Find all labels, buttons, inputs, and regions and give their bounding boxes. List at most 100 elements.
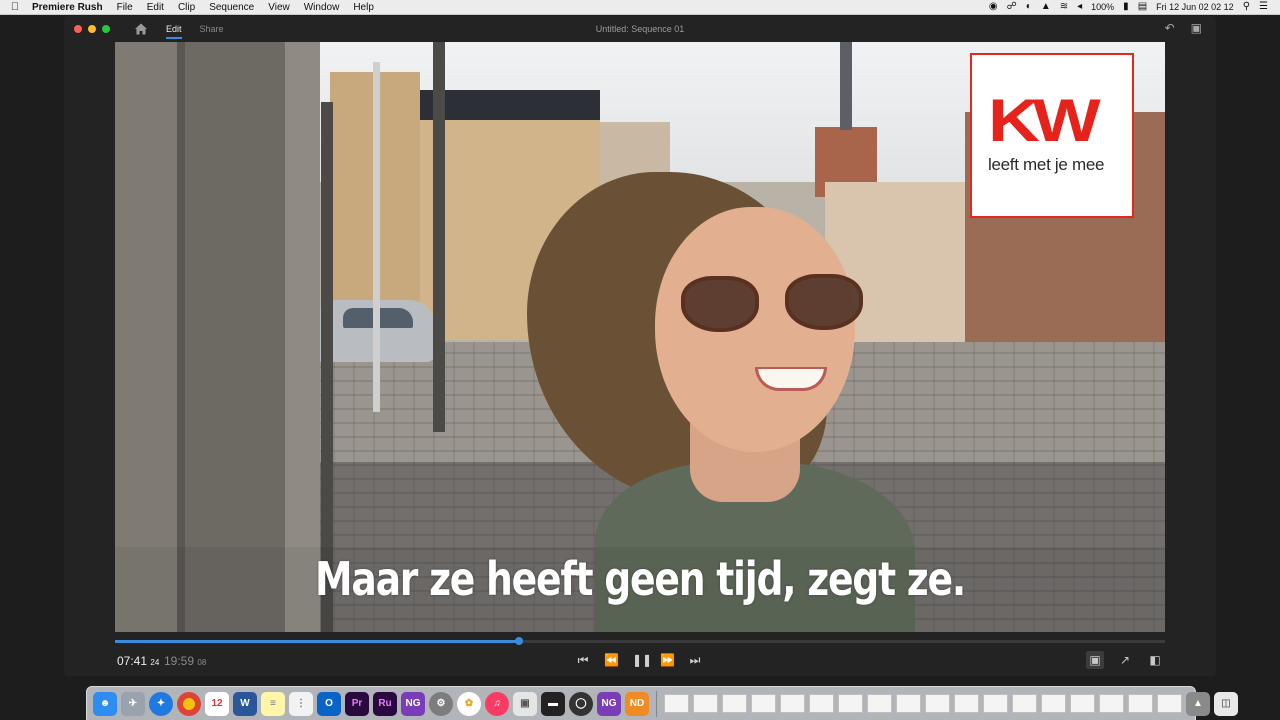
traffic-lights (74, 24, 110, 33)
minimized-window[interactable] (925, 694, 950, 713)
stone-pillar (115, 42, 320, 632)
keyboard-icon[interactable]: ▤ (1138, 2, 1147, 12)
playback-controls: 07:41 24 19:59 08 ⏮ ⏪ ❚❚ ⏩ ⏭ ▣ ↗ ◧ (64, 650, 1216, 672)
total-frames: 08 (197, 658, 207, 667)
minimized-window[interactable] (1157, 694, 1182, 713)
menu-view[interactable]: View (261, 2, 297, 13)
minimized-window[interactable] (1099, 694, 1124, 713)
sunglasses (681, 274, 867, 334)
notification-center-icon[interactable]: ☰ (1259, 2, 1268, 12)
step-back-icon[interactable]: ⏪ (604, 653, 619, 668)
transport-buttons: ⏮ ⏪ ❚❚ ⏩ ⏭ (576, 653, 702, 668)
minimized-window[interactable] (1070, 694, 1095, 713)
menu-file[interactable]: File (110, 2, 140, 13)
current-frames: 24 (150, 658, 160, 667)
flag-pole (373, 62, 380, 412)
apple-icon[interactable]:  (0, 1, 30, 13)
tab-share[interactable]: Share (200, 18, 224, 40)
menu-bar:  Premiere Rush File Edit Clip Sequence … (0, 0, 1280, 15)
roof (420, 90, 600, 120)
nd-app-icon[interactable]: ND (625, 691, 649, 716)
terminal-icon[interactable]: ▬ (541, 691, 565, 716)
premiere-pro-icon[interactable]: Pr (345, 691, 369, 716)
video-preview[interactable]: KW leeft met je mee Maar ze heeft geen t… (115, 42, 1165, 632)
skip-to-end-icon[interactable]: ⏭ (688, 653, 702, 668)
photos-icon[interactable]: ✿ (457, 691, 481, 716)
current-time: 07:41 (117, 654, 148, 668)
skip-to-start-icon[interactable]: ⏮ (576, 653, 590, 668)
volume-icon[interactable]: ◂ (1077, 2, 1082, 12)
minimized-window[interactable] (751, 694, 776, 713)
total-time: 19:59 (164, 654, 195, 668)
outlook-icon[interactable]: O (317, 691, 341, 716)
menu-sequence[interactable]: Sequence (202, 2, 261, 13)
menu-clock[interactable]: Fri 12 Jun 02 02 12 (1156, 2, 1234, 12)
minimized-window[interactable] (664, 694, 689, 713)
spotlight-icon[interactable]: ⚲ (1243, 2, 1250, 12)
menu-help[interactable]: Help (346, 2, 381, 13)
dock-separator (656, 690, 657, 717)
premiere-rush-icon[interactable]: Ru (373, 691, 397, 716)
sync-icon[interactable]: ◐ (1026, 2, 1032, 12)
safari-icon[interactable]: ✦ (149, 691, 173, 716)
close-button[interactable] (74, 24, 82, 33)
export-frame-icon[interactable]: ↗ (1116, 651, 1134, 669)
minimize-button[interactable] (88, 24, 96, 33)
word-icon[interactable]: W (233, 691, 257, 716)
music-icon[interactable]: ♫ (485, 691, 509, 716)
trash-icon[interactable]: ◫ (1214, 691, 1238, 716)
step-forward-icon[interactable]: ⏩ (660, 653, 675, 668)
minimized-window[interactable] (838, 694, 863, 713)
pause-icon[interactable]: ❚❚ (632, 653, 652, 668)
menu-clip[interactable]: Clip (171, 2, 202, 13)
shield-icon[interactable]: ▲ (1041, 2, 1051, 12)
home-icon[interactable] (134, 22, 148, 36)
chrome-icon[interactable] (177, 691, 201, 716)
video-subtitle: Maar ze heeft geen tijd, zegt ze. (315, 552, 966, 606)
fullscreen-icon[interactable]: ◧ (1146, 651, 1164, 669)
downloads-stack-icon[interactable]: ▲ (1186, 691, 1210, 716)
zoom-button[interactable] (102, 24, 110, 33)
undo-icon[interactable]: ↶ (1165, 21, 1175, 35)
minimized-window[interactable] (693, 694, 718, 713)
minimized-window[interactable] (1012, 694, 1037, 713)
wifi-icon[interactable]: ≋ (1060, 2, 1068, 12)
calendar-icon[interactable]: 12 (205, 691, 229, 716)
creative-cloud-icon[interactable]: ☍ (1007, 2, 1017, 12)
minimized-window[interactable] (983, 694, 1008, 713)
cc-app-icon[interactable]: ◯ (569, 691, 593, 716)
minimized-window[interactable] (896, 694, 921, 713)
fit-to-frame-icon[interactable]: ▣ (1086, 651, 1104, 669)
scrubber-progress (115, 640, 520, 643)
timeline-scrubber[interactable] (115, 637, 1165, 645)
system-preferences-icon[interactable]: ⚙ (429, 691, 453, 716)
title-bar: Edit Share Untitled: Sequence 01 ↶ ▣ (64, 16, 1216, 41)
menu-edit[interactable]: Edit (140, 2, 171, 13)
finder-icon[interactable]: ☻ (93, 691, 117, 716)
menu-app-name[interactable]: Premiere Rush (30, 2, 110, 13)
minimized-window[interactable] (780, 694, 805, 713)
ng-app-2-icon[interactable]: NG (597, 691, 621, 716)
sequence-title: Untitled: Sequence 01 (595, 24, 685, 34)
preview-icon[interactable]: ▣ (513, 691, 537, 716)
launchpad-icon[interactable]: ✈ (121, 691, 145, 716)
minimized-window[interactable] (722, 694, 747, 713)
battery-icon[interactable]: ▮ (1123, 2, 1129, 12)
minimized-window[interactable] (867, 694, 892, 713)
ng-app-icon[interactable]: NG (401, 691, 425, 716)
feedback-icon[interactable]: ▣ (1191, 21, 1202, 35)
tab-edit[interactable]: Edit (166, 18, 182, 40)
battery-percent: 100% (1091, 2, 1115, 12)
playhead[interactable] (515, 637, 524, 645)
status-area: ◉ ☍ ◐ ▲ ≋ ◂ 100% ▮ ▤ Fri 12 Jun 02 02 12… (989, 2, 1280, 13)
record-icon[interactable]: ◉ (989, 2, 998, 12)
minimized-window[interactable] (1041, 694, 1066, 713)
kw-logo: KW (988, 87, 1101, 154)
minimized-window[interactable] (954, 694, 979, 713)
minimized-window[interactable] (809, 694, 834, 713)
reminders-icon[interactable]: ⋮ (289, 691, 313, 716)
minimized-window[interactable] (1128, 694, 1153, 713)
kw-logo-overlay: KW leeft met je mee (970, 53, 1134, 218)
menu-window[interactable]: Window (297, 2, 347, 13)
notes-icon[interactable]: ≡ (261, 691, 285, 716)
